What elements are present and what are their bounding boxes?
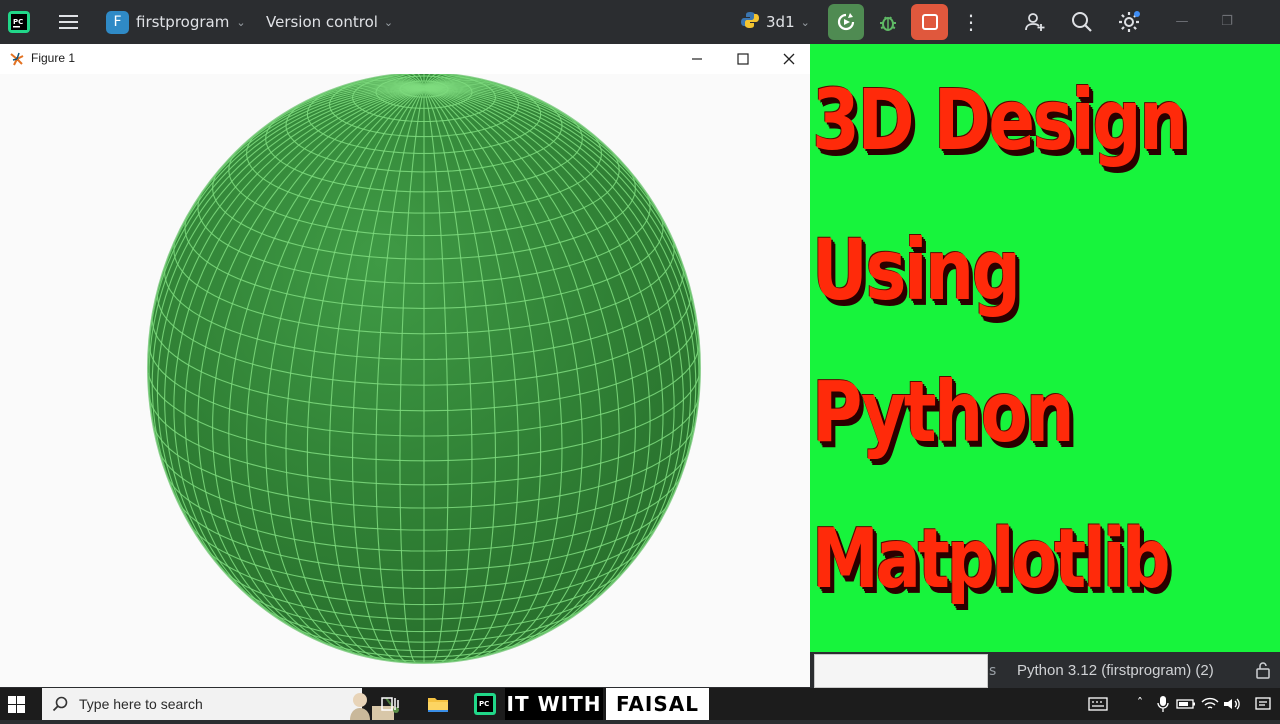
debug-button[interactable] [872,6,904,38]
restore-icon[interactable]: ❐ [1212,10,1242,34]
pycharm-logo-icon[interactable]: PC [8,11,30,33]
windows-start-icon[interactable] [8,696,25,713]
windows-taskbar: Type here to search PC IT WITH FAISAL ˆ [0,688,1280,720]
pycharm-taskbar-icon[interactable]: PC [472,692,498,716]
title-line-2: Using [812,221,1021,319]
keyboard-layout-icon[interactable] [1087,693,1109,715]
title-line-3: Python [812,363,1075,461]
taskbar-search-box[interactable]: Type here to search [42,688,399,720]
figure-minimize-icon[interactable] [683,48,711,70]
figure-close-icon[interactable] [775,48,803,70]
python-interpreter-widget[interactable]: Python 3.12 (firstprogram) (2) [1017,662,1214,679]
chevron-down-icon: ⌄ [383,15,394,29]
search-placeholder: Type here to search [79,696,203,712]
battery-icon[interactable] [1175,693,1197,715]
search-icon[interactable] [1069,9,1095,35]
matplotlib-figure-window: Figure 1 [0,44,810,687]
rerun-icon [837,13,855,31]
debug-icon [880,16,896,31]
add-user-icon[interactable] [1022,9,1048,35]
status-panel [814,654,988,688]
matplotlib-logo-icon [9,51,25,67]
project-badge: F [106,10,129,34]
svg-text:PC: PC [13,18,23,26]
figure-maximize-icon[interactable] [729,48,757,70]
chevron-down-icon: ⌄ [236,15,246,29]
title-line-4: Matplotlib [812,512,1171,607]
stop-button[interactable] [911,4,948,40]
channel-brand-part2: FAISAL [606,688,709,720]
python-icon [740,10,760,34]
chevron-down-icon: ⌄ [800,15,810,29]
figure-titlebar: Figure 1 [0,44,810,74]
run-config-name: 3d1 [766,13,795,31]
run-configuration-selector[interactable]: 3d1 ⌄ [740,9,810,35]
settings-icon[interactable] [1116,9,1142,35]
version-control-menu[interactable]: Version control ⌄ [266,9,393,35]
wifi-icon[interactable] [1199,693,1221,715]
notifications-icon[interactable] [1252,693,1274,715]
channel-brand-part1: IT WITH [505,688,603,720]
ide-toolbar: PC F firstprogram ⌄ Version control ⌄ 3d… [0,0,1280,44]
lock-icon[interactable] [1254,661,1272,679]
figure-title: Figure 1 [31,51,76,65]
figure-canvas[interactable] [0,72,810,687]
microphone-icon[interactable] [1152,693,1174,715]
more-actions-icon[interactable]: ⋮ [960,8,982,36]
version-control-label: Version control [266,13,378,31]
rerun-button[interactable] [828,4,864,40]
sphere-surface-plot[interactable] [0,72,810,687]
minimize-icon[interactable]: — [1167,10,1197,34]
chevron-up-icon[interactable]: ˆ [1129,693,1151,715]
file-explorer-icon[interactable] [425,692,451,716]
project-selector[interactable]: F firstprogram ⌄ [106,9,246,35]
title-line-1: 3D Design [812,71,1188,169]
thumbnail-title-panel: 3D Design Using Python Matplotlib [810,44,1280,652]
svg-text:PC: PC [479,700,489,708]
stop-icon [921,14,938,30]
hamburger-menu-icon[interactable] [58,12,80,32]
volume-icon[interactable] [1221,693,1243,715]
search-icon [52,696,68,712]
task-view-icon[interactable] [377,692,403,716]
status-truncated-text: s [989,663,997,679]
ide-status-bar: s Python 3.12 (firstprogram) (2) [810,652,1280,688]
project-name: firstprogram [136,13,230,31]
